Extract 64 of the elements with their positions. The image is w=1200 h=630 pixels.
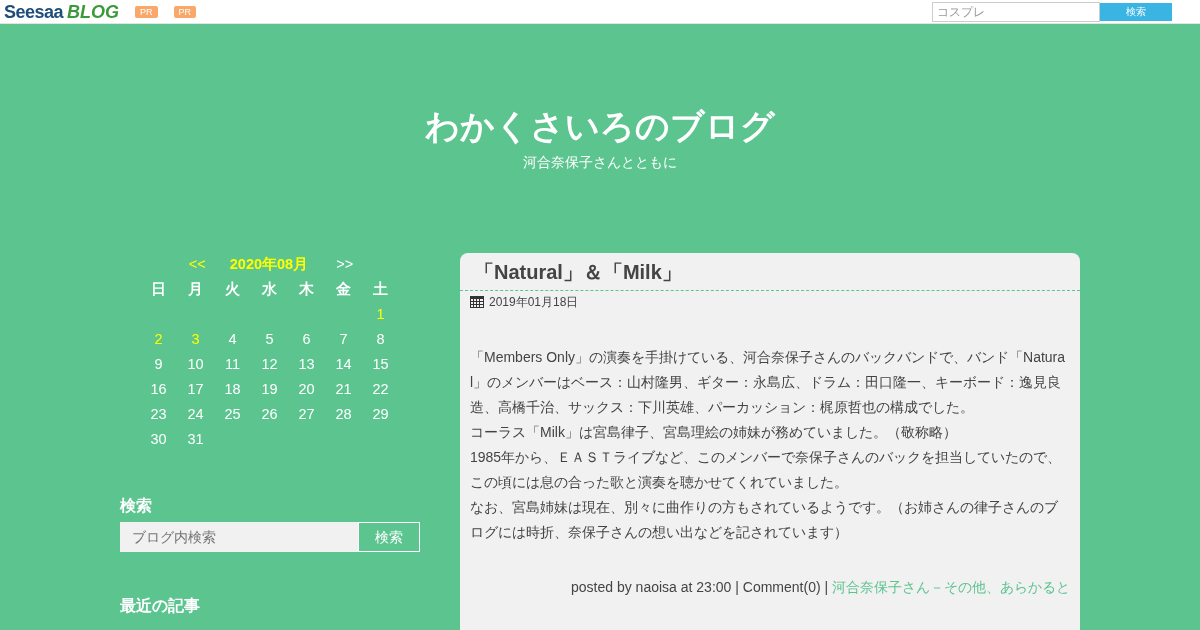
- calendar-day: 9: [154, 353, 163, 376]
- calendar-day: 21: [335, 378, 352, 401]
- calendar-day: 26: [261, 403, 278, 426]
- weekday-label: 金: [335, 279, 352, 299]
- calendar-day: 29: [372, 403, 389, 426]
- weekday-label: 日: [150, 279, 167, 299]
- calendar-day-link[interactable]: 2: [154, 328, 163, 351]
- post-meta: posted by naoisa at 23:00: [571, 579, 732, 595]
- calendar-day: 12: [261, 353, 278, 376]
- weekday-label: 木: [298, 279, 315, 299]
- calendar-day: 17: [187, 378, 204, 401]
- blog-title[interactable]: わかくさいろのブログ: [0, 106, 1200, 146]
- weekday-label: 水: [261, 279, 278, 299]
- calendar-day: 27: [298, 403, 315, 426]
- separator: |: [735, 579, 739, 595]
- calendar-day: 6: [302, 328, 311, 351]
- calendar-day: 11: [224, 353, 241, 376]
- calendar-day: 22: [372, 378, 389, 401]
- prev-month-link[interactable]: <<: [188, 254, 206, 276]
- calendar-day: 28: [335, 403, 352, 426]
- calendar-day: 23: [150, 403, 167, 426]
- sidebar-heading: 検索: [120, 496, 153, 516]
- search-field[interactable]: ブログ内検索: [120, 522, 358, 552]
- calendar-day: 20: [298, 378, 315, 401]
- calendar-day: 19: [261, 378, 278, 401]
- post-paragraph: 1985年から、ＥＡＳＴライブなど、このメンバーで奈保子さんのバックを担当していたので、この頃には息の合った歌と演奏を聴かせてくれていました。: [470, 448, 1063, 492]
- post-paragraph: なお、宮島姉妹は現在、別々に曲作りの方もされているようです。（お姉さんの律子さんのブログには時折、奈保子さんの想い出などを記されています）: [470, 498, 1059, 542]
- weekday-label: 土: [372, 279, 389, 299]
- calendar-month: 2020年08月: [229, 255, 309, 275]
- logo-text[interactable]: Seesaa BLOG: [4, 0, 120, 24]
- calendar-icon: [470, 296, 484, 308]
- calendar-day: 8: [376, 328, 385, 351]
- calendar-day: 10: [187, 353, 204, 376]
- pr-badge[interactable]: PR: [173, 5, 197, 18]
- calendar-day: 5: [265, 328, 274, 351]
- calendar-day-link[interactable]: 1: [376, 303, 385, 326]
- post-date: 2019年01月18日: [489, 294, 579, 311]
- calendar-day: 31: [187, 428, 204, 451]
- calendar-day: 13: [298, 353, 315, 376]
- comment-link[interactable]: Comment(0): [742, 579, 821, 595]
- next-month-link[interactable]: >>: [336, 254, 354, 276]
- calendar-day: 30: [150, 428, 167, 451]
- weekday-label: 月: [187, 279, 204, 299]
- pr-badge[interactable]: PR: [135, 5, 158, 18]
- separator: |: [824, 579, 829, 595]
- calendar-day: 4: [228, 328, 237, 351]
- calendar-day: 14: [335, 353, 352, 376]
- calendar-day: 24: [187, 403, 204, 426]
- category-link[interactable]: 河合奈保子さん－その他、あらかると: [832, 579, 1070, 595]
- search-button[interactable]: 検索: [1100, 2, 1172, 21]
- blog-subtitle: 河合奈保子さんとともに: [522, 153, 678, 172]
- calendar-day: 16: [150, 378, 167, 401]
- post-paragraph: コーラス「Milk」は宮島律子、宮島理絵の姉妹が務めていました。（敬称略）: [470, 423, 958, 442]
- calendar-day: 15: [372, 353, 389, 376]
- sidebar-heading: 最近の記事: [120, 596, 201, 616]
- post-paragraph: 「Members Only」の演奏を手掛けている、河合奈保子さんのバックバンドで、バンド「Natural」のメンバーはベース：山村隆男、ギター：永島広、ドラム：田口隆一、キーボード：逸見良造、高橋千治、サックス：下川英雄、パーカッション：梶原哲也の構成でした。: [470, 348, 1067, 417]
- calendar-day-link[interactable]: 3: [191, 328, 200, 351]
- weekday-label: 火: [224, 279, 241, 299]
- post-title[interactable]: 「Natural」＆「Milk」: [460, 253, 1080, 291]
- search-button[interactable]: 検索: [358, 522, 420, 552]
- search-field[interactable]: コスプレ: [932, 1, 1100, 22]
- calendar-day: 18: [224, 378, 241, 401]
- calendar-day: 7: [339, 328, 348, 351]
- calendar-day: 25: [224, 403, 241, 426]
